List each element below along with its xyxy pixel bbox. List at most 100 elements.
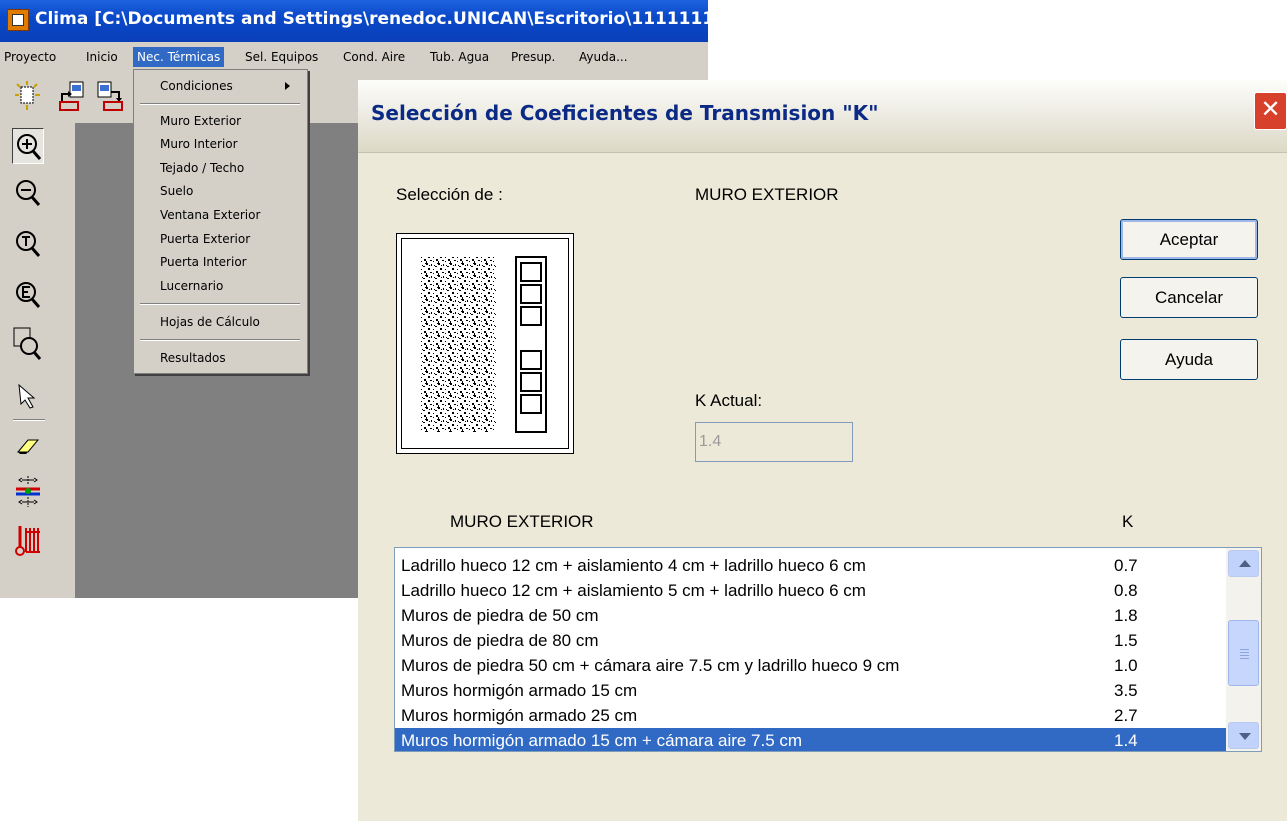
list-item-name: Muros hormigón armado 15 cm <box>401 681 638 700</box>
menubar: Proyecto Inicio Nec. Térmicas Sel. Equip… <box>0 44 708 70</box>
menu-sel-equipos[interactable]: Sel. Equipos <box>241 47 322 67</box>
menu-ayuda[interactable]: Ayuda... <box>575 47 632 67</box>
wall-section-illustration <box>396 233 574 454</box>
list-item[interactable]: Muros hormigón armado 25 cm 2.7 <box>395 703 1226 728</box>
thermometer-radiator-button[interactable] <box>12 522 44 558</box>
zoom-in-icon <box>17 134 42 160</box>
select-arrow-icon <box>18 383 36 409</box>
menu-item-puerta-interior[interactable]: Puerta Interior <box>160 255 247 269</box>
menu-item-puerta-exterior[interactable]: Puerta Exterior <box>160 232 250 246</box>
zoom-window-button[interactable] <box>12 326 44 362</box>
thermometer-radiator-icon <box>15 526 40 556</box>
list-item-name: Muros hormigón armado 25 cm <box>401 706 638 725</box>
import-document-icon <box>97 81 123 111</box>
menu-separator <box>140 303 300 305</box>
new-document-icon <box>15 81 40 110</box>
menu-item-tejado-techo[interactable]: Tejado / Techo <box>160 161 244 175</box>
menu-item-hojas-de-calculo[interactable]: Hojas de Cálculo <box>160 315 260 329</box>
list-item[interactable]: Ladrillo hueco 12 cm + aislamiento 5 cm … <box>395 578 1226 603</box>
list-header-k: K <box>1122 512 1134 531</box>
wall-section-icon <box>420 256 547 433</box>
zoom-extents-icon <box>16 282 41 308</box>
list-item-name: Muros de piedra de 50 cm <box>401 606 599 625</box>
scroll-up-button[interactable] <box>1228 550 1259 577</box>
vertical-toolbar <box>9 123 67 575</box>
submenu-arrow-icon <box>285 82 290 90</box>
menu-item-muro-interior[interactable]: Muro Interior <box>160 137 238 151</box>
k-coefficient-dialog: Selección de Coeficientes de Transmision… <box>358 80 1287 821</box>
dialog-titlebar[interactable]: Selección de Coeficientes de Transmision… <box>358 80 1287 153</box>
move-handles-icon <box>16 476 40 507</box>
list-item-k: 3.5 <box>1114 681 1138 700</box>
close-button[interactable]: ✕ <box>1254 92 1287 130</box>
list-item-name: Muros hormigón armado 15 cm + cámara air… <box>401 731 803 750</box>
accept-button[interactable]: Aceptar <box>1120 219 1258 260</box>
zoom-out-button[interactable] <box>12 175 44 211</box>
zoom-total-button[interactable] <box>12 226 44 262</box>
zoom-out-icon <box>16 180 41 206</box>
export-document-icon <box>59 81 84 111</box>
k-actual-field[interactable]: 1.4 <box>695 422 853 462</box>
menu-item-suelo[interactable]: Suelo <box>160 184 193 198</box>
chevron-up-icon <box>1239 560 1251 567</box>
close-icon: ✕ <box>1260 95 1281 123</box>
list-item-k: 1.8 <box>1114 606 1138 625</box>
app-icon[interactable] <box>7 9 29 31</box>
menu-cond-aire[interactable]: Cond. Aire <box>339 47 409 67</box>
cancel-button[interactable]: Cancelar <box>1120 277 1258 318</box>
list-item[interactable]: Muros de piedra de 80 cm 1.5 <box>395 628 1226 653</box>
eraser-button[interactable] <box>12 428 44 464</box>
k-actual-label: K Actual: <box>695 391 763 410</box>
menu-item-condiciones[interactable]: Condiciones <box>160 79 233 93</box>
menu-item-muro-exterior[interactable]: Muro Exterior <box>160 114 241 128</box>
menu-separator <box>140 103 300 105</box>
select-arrow-button[interactable] <box>12 378 44 414</box>
list-item-name: Muros de piedra de 80 cm <box>401 631 599 650</box>
help-button[interactable]: Ayuda <box>1120 339 1258 380</box>
zoom-in-button[interactable] <box>12 128 44 164</box>
nec-termicas-dropdown: Condiciones Muro Exterior Muro Interior … <box>133 69 308 374</box>
list-item-name: Ladrillo hueco 12 cm + aislamiento 4 cm … <box>401 556 866 575</box>
main-titlebar[interactable]: Clima [C:\Documents and Settings\renedoc… <box>0 0 754 42</box>
move-handles-button[interactable] <box>12 473 44 509</box>
list-item[interactable]: Muros de piedra 50 cm + cámara aire 7.5 … <box>395 653 1226 678</box>
dialog-title: Selección de Coeficientes de Transmision… <box>371 101 879 125</box>
scroll-thumb[interactable] <box>1228 620 1259 686</box>
seleccion-label: Selección de : <box>396 185 503 204</box>
list-item[interactable]: Muros hormigón armado 15 cm 3.5 <box>395 678 1226 703</box>
list-item-k: 1.5 <box>1114 631 1138 650</box>
menu-item-ventana-exterior[interactable]: Ventana Exterior <box>160 208 260 222</box>
listbox-scrollbar[interactable] <box>1226 548 1261 751</box>
export-document-button[interactable] <box>58 80 86 112</box>
zoom-extents-button[interactable] <box>12 277 44 313</box>
chevron-down-icon <box>1239 733 1251 740</box>
new-document-button[interactable] <box>13 80 41 112</box>
menu-proyecto[interactable]: Proyecto <box>0 47 60 67</box>
coefficient-listbox[interactable]: Ladrillo hueco 12 cm + aislamiento 4 cm … <box>394 547 1262 752</box>
list-item-k: 2.7 <box>1114 706 1138 725</box>
list-item-selected[interactable]: Muros hormigón armado 15 cm + cámara air… <box>395 728 1226 751</box>
thumb-grip <box>1240 655 1249 656</box>
list-item-name: Muros de piedra 50 cm + cámara aire 7.5 … <box>401 656 900 675</box>
scroll-down-button[interactable] <box>1228 722 1259 749</box>
list-item-name: Ladrillo hueco 12 cm + aislamiento 5 cm … <box>401 581 866 600</box>
import-document-button[interactable] <box>96 80 124 112</box>
window-title: Clima [C:\Documents and Settings\renedoc… <box>35 9 755 29</box>
thumb-grip <box>1240 658 1249 659</box>
seleccion-value: MURO EXTERIOR <box>695 185 839 204</box>
list-header-name: MURO EXTERIOR <box>450 512 594 531</box>
list-item-k: 0.8 <box>1114 581 1138 600</box>
menu-inicio[interactable]: Inicio <box>82 47 122 67</box>
menu-tub-agua[interactable]: Tub. Agua <box>426 47 493 67</box>
zoom-total-icon <box>16 231 41 257</box>
list-item[interactable]: Ladrillo hueco 12 cm + aislamiento 4 cm … <box>395 553 1226 578</box>
list-item-k: 1.4 <box>1114 731 1138 750</box>
menu-presup[interactable]: Presup. <box>507 47 559 67</box>
list-item-k: 0.7 <box>1114 556 1138 575</box>
list-item[interactable]: Muros de piedra de 50 cm 1.8 <box>395 603 1226 628</box>
eraser-icon <box>16 439 40 454</box>
menu-item-resultados[interactable]: Resultados <box>160 351 226 365</box>
menu-nec-termicas[interactable]: Nec. Térmicas <box>133 47 225 67</box>
thumb-grip <box>1240 649 1249 650</box>
menu-item-lucernario[interactable]: Lucernario <box>160 279 223 293</box>
